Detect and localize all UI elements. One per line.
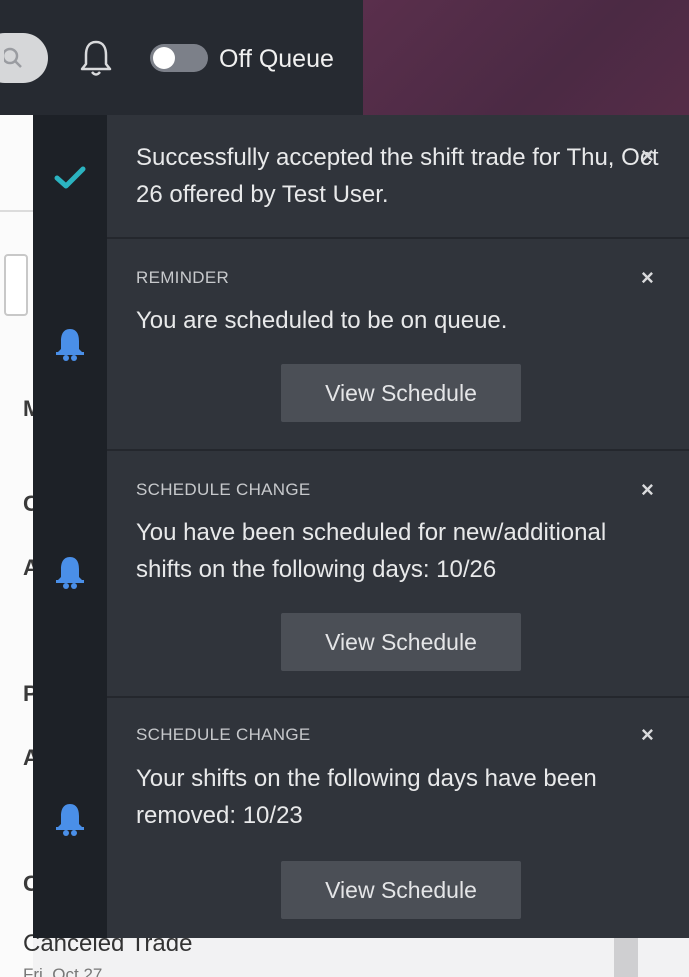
search-icon xyxy=(4,47,22,68)
background-scrollbar xyxy=(614,935,638,977)
notification-title: REMINDER xyxy=(136,268,230,287)
notification-body: You are scheduled to be on queue. xyxy=(136,307,508,334)
queue-toggle[interactable] xyxy=(150,44,208,72)
view-schedule-button[interactable]: View Schedule xyxy=(281,364,521,422)
notifications-panel: Successfully accepted the shift trade fo… xyxy=(33,115,689,938)
close-icon[interactable]: × xyxy=(641,724,654,746)
close-icon[interactable]: × xyxy=(641,267,654,289)
background-canceled-date: Fri, Oct 27 xyxy=(23,965,103,977)
notification-title: SCHEDULE CHANGE xyxy=(136,480,311,499)
view-schedule-button[interactable]: View Schedule xyxy=(281,613,521,671)
notification-shift-trade: Successfully accepted the shift trade fo… xyxy=(33,115,689,237)
search-button[interactable] xyxy=(0,33,48,83)
toggle-knob xyxy=(153,47,175,69)
notification-body: Your shifts on the following days have b… xyxy=(136,765,597,829)
bell-icon xyxy=(56,557,84,589)
queue-toggle-label: Off Queue xyxy=(219,45,334,73)
notification-title: SCHEDULE CHANGE xyxy=(136,725,311,744)
background-column xyxy=(0,115,33,977)
notification-body: You have been scheduled for new/addition… xyxy=(136,519,607,583)
view-schedule-button[interactable]: View Schedule xyxy=(281,861,521,919)
close-icon[interactable]: × xyxy=(641,479,654,501)
top-bar: Off Queue xyxy=(0,0,689,115)
notification-body: Successfully accepted the shift trade fo… xyxy=(136,144,659,208)
background-divider xyxy=(0,210,33,212)
close-icon[interactable]: × xyxy=(641,145,654,167)
bell-icon[interactable] xyxy=(79,38,113,78)
checkmark-icon xyxy=(54,166,86,189)
background-input xyxy=(4,254,28,316)
notification-schedule-change-added: SCHEDULE CHANGE × You have been schedule… xyxy=(33,451,689,696)
bell-icon xyxy=(56,804,84,836)
notification-reminder: REMINDER × You are scheduled to be on qu… xyxy=(33,239,689,449)
bell-icon xyxy=(56,329,84,361)
notification-schedule-change-removed: SCHEDULE CHANGE × Your shifts on the fol… xyxy=(33,698,689,938)
profile-area[interactable] xyxy=(363,0,689,115)
